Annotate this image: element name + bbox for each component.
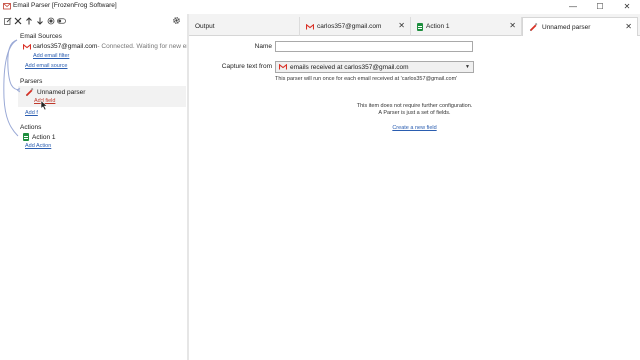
mouse-cursor-icon (40, 100, 48, 111)
create-new-field-link[interactable]: Create a new field (189, 125, 640, 131)
close-icon[interactable]: ✕ (398, 21, 405, 30)
capture-source-select[interactable]: emails received at carlos357@gmail.com ▼ (275, 61, 474, 73)
add-email-source-link[interactable]: Add email source (25, 63, 68, 69)
action-name-label: Action 1 (32, 133, 56, 141)
move-down-icon[interactable] (35, 16, 44, 25)
capture-source-value: emails received at carlos357@gmail.com (290, 63, 409, 71)
close-window-button[interactable]: ✕ (616, 0, 638, 12)
close-icon[interactable]: ✕ (625, 22, 632, 31)
tab-output[interactable]: Output (189, 17, 300, 36)
gmail-icon (279, 64, 287, 70)
close-icon[interactable]: ✕ (509, 21, 516, 30)
delete-icon[interactable] (13, 16, 22, 25)
capture-hint-text: This parser will run once for each email… (275, 76, 458, 82)
gmail-icon (23, 43, 31, 49)
maximize-button[interactable]: ☐ (589, 0, 611, 12)
record-icon[interactable] (46, 16, 55, 25)
parser-item[interactable]: Unnamed parser (25, 88, 85, 97)
gmail-icon (306, 23, 314, 29)
email-source-address: carlos357@gmail.com (33, 43, 98, 50)
minimize-button[interactable]: — (562, 0, 584, 12)
tab-output-label: Output (195, 23, 215, 30)
parser-pencil-icon (25, 88, 34, 97)
email-sources-heading: Email Sources (20, 33, 62, 40)
name-label: Name (254, 43, 272, 50)
sheet-icon (23, 133, 29, 141)
info-line-1: This item does not require further confi… (356, 103, 473, 109)
sheet-icon (417, 22, 423, 31)
window-title: Email Parser [FrozenFrog Software] (13, 2, 117, 9)
edit-icon[interactable] (3, 16, 12, 25)
tab-parser[interactable]: Unnamed parser ✕ (522, 17, 638, 37)
tab-parser-label: Unnamed parser (542, 24, 591, 31)
chevron-down-icon: ▼ (465, 64, 470, 70)
add-email-filter-link[interactable]: Add email filter (33, 53, 69, 59)
title-bar: Email Parser [FrozenFrog Software] — ☐ ✕ (0, 0, 640, 12)
email-source-status: - Connected. Waiting for new em (97, 43, 192, 50)
capture-text-label: Capture text from (221, 63, 272, 70)
sidebar-tree: Email Sources carlos357@gmail.com - Conn… (0, 28, 192, 360)
parser-name-label: Unnamed parser (37, 89, 86, 96)
move-up-icon[interactable] (24, 16, 33, 25)
info-line-2: A Parser is just a set of fields. (378, 110, 451, 116)
actions-heading: Actions (20, 124, 42, 131)
add-field-link-secondary[interactable]: Add f (25, 110, 38, 116)
parser-name-input[interactable] (275, 41, 473, 52)
add-action-link[interactable]: Add Action (25, 143, 51, 149)
action-item[interactable]: Action 1 (23, 133, 56, 141)
parsers-heading: Parsers (20, 78, 43, 85)
tab-email-source-label: carlos357@gmail.com (317, 23, 382, 30)
toolbar (0, 14, 187, 28)
tab-bar: Output carlos357@gmail.com ✕ Action 1 ✕ … (189, 14, 640, 37)
tab-action[interactable]: Action 1 ✕ (411, 17, 522, 36)
parser-editor: Name Capture text from emails received a… (189, 36, 640, 360)
parser-pencil-icon (529, 23, 538, 32)
email-source-item[interactable]: carlos357@gmail.com - Connected. Waiting… (23, 43, 192, 50)
app-icon (3, 3, 11, 10)
toggle-icon[interactable] (57, 16, 66, 25)
tab-action-label: Action 1 (426, 23, 450, 30)
settings-icon[interactable] (172, 16, 181, 25)
tab-email-source[interactable]: carlos357@gmail.com ✕ (300, 17, 411, 36)
